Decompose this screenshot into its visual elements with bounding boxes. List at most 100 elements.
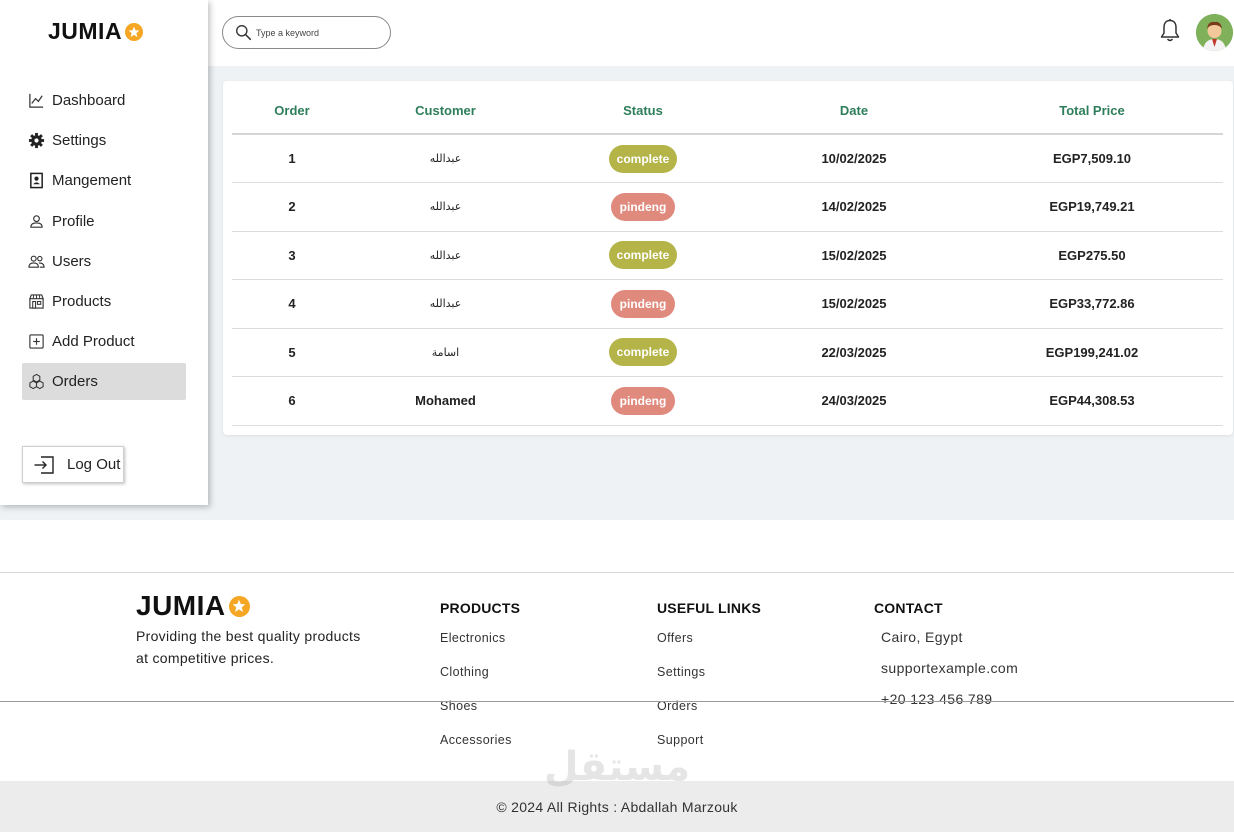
status-badge: pindeng — [611, 386, 675, 415]
status-cell: complete — [539, 134, 747, 183]
footer-logo[interactable]: JUMIA — [136, 590, 250, 622]
logout-label: Log Out — [67, 456, 121, 473]
avatar[interactable] — [1196, 14, 1233, 51]
logout-button[interactable]: Log Out — [22, 446, 124, 483]
footer-column-title: USEFUL LINKS — [657, 600, 762, 616]
footer-link-electronics[interactable]: Electronics — [440, 631, 520, 665]
column-header-status[interactable]: Status — [539, 87, 747, 135]
customer-name: Mohamed — [352, 376, 539, 426]
order-total: EGP199,241.02 — [961, 328, 1223, 377]
footer-link-settings[interactable]: Settings — [657, 665, 761, 699]
customer-name: اسامة — [352, 328, 539, 377]
user-icon — [30, 214, 43, 228]
order-date: 14/02/2025 — [747, 182, 961, 232]
order-number: 1 — [232, 134, 352, 183]
contact-email[interactable]: supportexample.com — [874, 660, 1018, 693]
orders-table: Order Customer Status Date Total Price 1… — [232, 87, 1223, 426]
order-date: 22/03/2025 — [747, 328, 961, 377]
sidebar-item-label: Dashboard — [52, 92, 126, 109]
customer-name: عبدالله — [352, 182, 539, 232]
order-date: 15/02/2025 — [747, 279, 961, 329]
users-icon — [28, 255, 45, 268]
sidebar-item-label: Add Product — [52, 333, 135, 351]
sidebar-logo[interactable]: JUMIA — [48, 18, 144, 45]
order-number: 5 — [232, 328, 352, 377]
copyright-text: © 2024 All Rights : Abdallah Marzouk — [496, 798, 738, 815]
orders-card: Order Customer Status Date Total Price 1… — [223, 81, 1233, 435]
order-date: 24/03/2025 — [747, 376, 961, 426]
copyright-bar: © 2024 All Rights : Abdallah Marzouk — [0, 781, 1234, 832]
footer-link-support[interactable]: Support — [657, 733, 761, 767]
sidebar-item-dashboard[interactable]: Dashboard — [22, 82, 186, 119]
order-date: 10/02/2025 — [747, 134, 961, 183]
customer-name: عبدالله — [352, 134, 539, 183]
bell-icon[interactable] — [1158, 18, 1182, 44]
footer-products-column: PRODUCTS Electronics Clothing Shoes Acce… — [440, 600, 520, 767]
sidebar-item-label: Settings — [52, 132, 107, 150]
column-header-total-price[interactable]: Total Price — [961, 87, 1223, 135]
footer-link-orders[interactable]: Orders — [657, 699, 761, 733]
status-cell: pindeng — [539, 182, 747, 232]
search-icon — [236, 25, 252, 41]
table-row[interactable]: 1 عبدالله complete 10/02/2025 EGP7,509.1… — [232, 134, 1223, 183]
order-total: EGP275.50 — [961, 231, 1223, 280]
order-total: EGP33,772.86 — [961, 279, 1223, 329]
status-badge: complete — [608, 338, 678, 367]
sign-out-icon — [34, 455, 54, 474]
order-number: 2 — [232, 182, 352, 232]
sidebar-nav: Dashboard Settings Mangement Profile Use… — [22, 82, 186, 404]
search-box[interactable] — [222, 16, 391, 49]
status-cell: complete — [539, 328, 747, 377]
footer-useful-links-column: USEFUL LINKS Offers Settings Orders Supp… — [657, 600, 761, 767]
status-badge: complete — [608, 144, 678, 173]
sidebar-item-products[interactable]: Products — [22, 283, 186, 320]
logo-text: JUMIA — [48, 18, 123, 44]
sidebar-item-label: Users — [52, 252, 92, 270]
order-number: 6 — [232, 376, 352, 426]
boxes-icon — [29, 374, 44, 390]
status-badge: pindeng — [611, 289, 675, 318]
status-badge: complete — [608, 241, 678, 270]
status-cell: pindeng — [539, 279, 747, 329]
sidebar-item-mangement[interactable]: Mangement — [22, 162, 186, 199]
sidebar-item-label: Mangement — [52, 172, 132, 190]
column-header-date[interactable]: Date — [747, 87, 961, 135]
sidebar-item-orders[interactable]: Orders — [22, 363, 186, 401]
column-header-customer[interactable]: Customer — [352, 87, 539, 135]
sidebar-item-label: Products — [52, 292, 112, 310]
contact-phone[interactable]: +20 123 456 789 — [874, 691, 1018, 724]
avatar-image — [1196, 14, 1233, 51]
footer-link-accessories[interactable]: Accessories — [440, 733, 520, 767]
footer-tagline: Providing the best quality products at c… — [136, 628, 361, 666]
customer-name: عبدالله — [352, 279, 539, 329]
footer-link-clothing[interactable]: Clothing — [440, 665, 520, 699]
column-header-order[interactable]: Order — [232, 87, 352, 135]
footer-divider — [0, 572, 1234, 573]
chart-line-icon — [29, 93, 44, 108]
order-number: 4 — [232, 279, 352, 329]
sidebar-item-users[interactable]: Users — [22, 243, 186, 280]
order-total: EGP19,749.21 — [961, 182, 1223, 232]
table-row[interactable]: 2 عبدالله pindeng 14/02/2025 EGP19,749.2… — [232, 182, 1223, 232]
sidebar-item-settings[interactable]: Settings — [22, 122, 186, 159]
table-row[interactable]: 6 Mohamed pindeng 24/03/2025 EGP44,308.5… — [232, 376, 1223, 426]
plus-square-icon — [29, 334, 44, 349]
sidebar-item-label: Profile — [52, 212, 95, 230]
sidebar: JUMIA Dashboard Settings Mangement Profi… — [0, 0, 208, 505]
status-badge: pindeng — [611, 192, 675, 221]
table-row[interactable]: 5 اسامة complete 22/03/2025 EGP199,241.0… — [232, 328, 1223, 377]
footer-link-offers[interactable]: Offers — [657, 631, 761, 665]
table-row[interactable]: 4 عبدالله pindeng 15/02/2025 EGP33,772.8… — [232, 279, 1223, 329]
customer-name: عبدالله — [352, 231, 539, 280]
sidebar-item-label: Orders — [52, 373, 98, 391]
footer-divider — [0, 701, 1234, 702]
star-icon — [125, 22, 144, 41]
table-row[interactable]: 3 عبدالله complete 15/02/2025 EGP275.50 — [232, 231, 1223, 280]
sidebar-item-profile[interactable]: Profile — [22, 203, 186, 240]
status-cell: complete — [539, 231, 747, 280]
star-icon — [228, 595, 250, 617]
search-input[interactable] — [256, 27, 376, 38]
order-date: 15/02/2025 — [747, 231, 961, 280]
sidebar-item-add-product[interactable]: Add Product — [22, 323, 186, 360]
footer-link-shoes[interactable]: Shoes — [440, 699, 520, 733]
